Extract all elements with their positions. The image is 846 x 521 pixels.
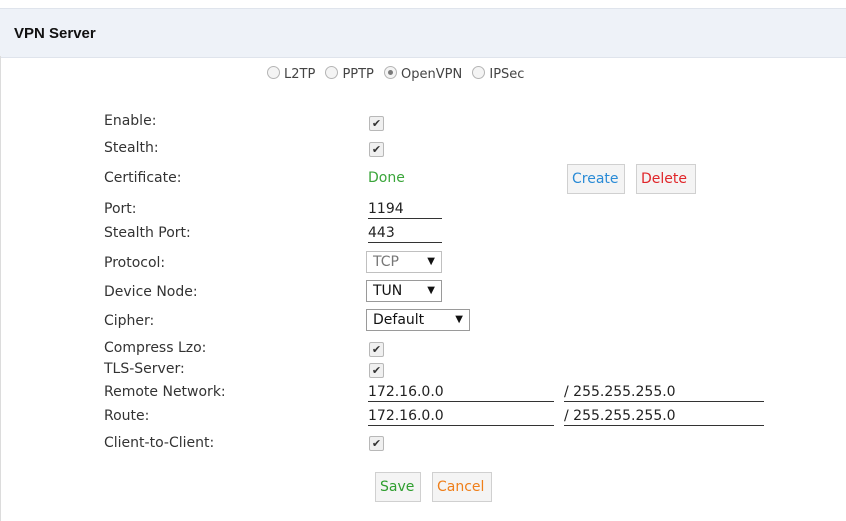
radio-ipsec[interactable]: IPSec [472, 66, 524, 82]
protocol-label: Protocol: [104, 255, 166, 271]
compress-lzo-label: Compress Lzo: [104, 340, 207, 356]
radio-openvpn-label: OpenVPN [401, 67, 463, 82]
port-input[interactable]: 1194 [368, 200, 442, 219]
save-button[interactable]: Save [375, 472, 421, 502]
enable-checkbox[interactable]: ✔ [369, 116, 384, 131]
chevron-down-icon: ▼ [427, 256, 435, 267]
stealth-port-input[interactable]: 443 [368, 224, 442, 243]
stealth-port-label: Stealth Port: [104, 225, 191, 241]
certificate-label: Certificate: [104, 170, 182, 186]
cancel-button[interactable]: Cancel [432, 472, 492, 502]
device-node-label: Device Node: [104, 284, 198, 300]
tls-server-label: TLS-Server: [104, 361, 185, 377]
compress-lzo-checkbox[interactable]: ✔ [369, 342, 384, 357]
vpn-type-radio-group: L2TP PPTP OpenVPN IPSec [267, 66, 530, 82]
client-to-client-checkbox[interactable]: ✔ [369, 436, 384, 451]
radio-l2tp-circle[interactable] [267, 66, 280, 79]
client-to-client-label: Client-to-Client: [104, 435, 215, 451]
remote-network-ip-input[interactable]: 172.16.0.0 [368, 383, 554, 402]
device-node-select[interactable]: TUN ▼ [366, 280, 442, 302]
radio-pptp[interactable]: PPTP [325, 66, 374, 82]
cipher-label: Cipher: [104, 313, 155, 329]
panel-title: VPN Server [14, 25, 96, 42]
create-certificate-button[interactable]: Create [567, 164, 625, 194]
route-mask-input[interactable]: / 255.255.255.0 [564, 407, 764, 426]
radio-pptp-label: PPTP [342, 67, 374, 82]
tls-server-checkbox[interactable]: ✔ [369, 363, 384, 378]
radio-ipsec-label: IPSec [489, 67, 525, 82]
protocol-select[interactable]: TCP ▼ [366, 251, 442, 273]
radio-ipsec-circle[interactable] [472, 66, 486, 79]
cipher-select[interactable]: Default ▼ [366, 309, 470, 331]
radio-l2tp-label: L2TP [284, 67, 316, 82]
radio-openvpn-circle[interactable] [384, 66, 398, 79]
device-node-select-value: TUN [373, 283, 403, 299]
chevron-down-icon: ▼ [455, 314, 463, 325]
radio-pptp-circle[interactable] [325, 66, 339, 79]
route-ip-input[interactable]: 172.16.0.0 [368, 407, 554, 426]
radio-openvpn[interactable]: OpenVPN [384, 66, 462, 82]
remote-network-label: Remote Network: [104, 384, 226, 400]
panel-border [0, 56, 1, 521]
radio-l2tp[interactable]: L2TP [267, 66, 315, 82]
remote-network-mask-input[interactable]: / 255.255.255.0 [564, 383, 764, 402]
cipher-select-value: Default [373, 312, 425, 328]
panel-header: VPN Server [0, 8, 846, 58]
chevron-down-icon: ▼ [427, 285, 435, 296]
stealth-checkbox[interactable]: ✔ [369, 142, 384, 157]
delete-certificate-button[interactable]: Delete [636, 164, 696, 194]
stealth-label: Stealth: [104, 140, 159, 156]
certificate-status: Done [368, 170, 405, 186]
route-label: Route: [104, 408, 150, 424]
port-label: Port: [104, 201, 137, 217]
enable-label: Enable: [104, 113, 157, 129]
vpn-server-panel: VPN Server L2TP PPTP OpenVPN IPSec Enabl… [0, 0, 846, 521]
protocol-select-value: TCP [373, 254, 399, 270]
